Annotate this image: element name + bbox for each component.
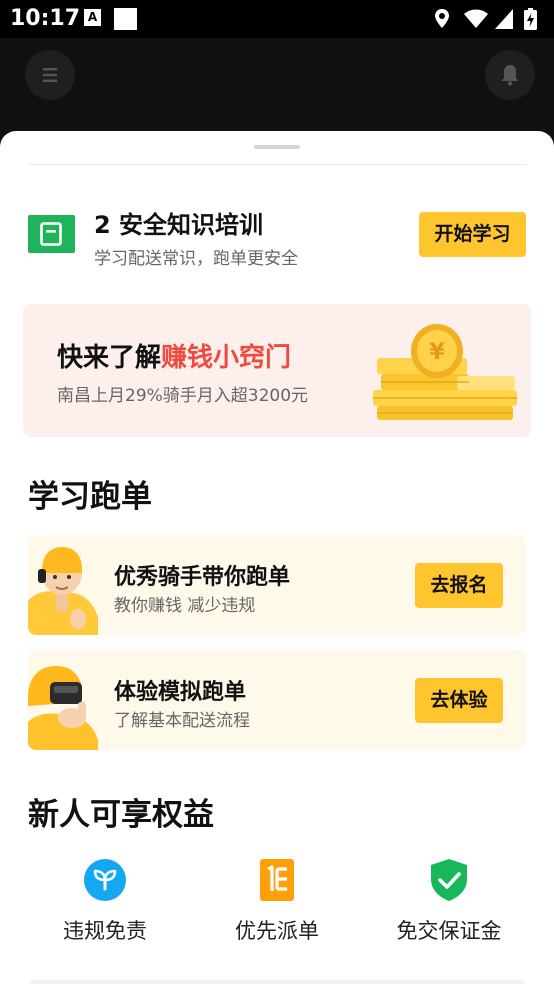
status-bar: 10:17 A bbox=[0, 0, 554, 38]
banner-title-prefix: 快来了解 bbox=[57, 343, 162, 373]
try-simulation-button[interactable]: 去体验 bbox=[415, 678, 503, 723]
learn-section-title: 学习跑单 bbox=[28, 479, 152, 515]
notification-button[interactable] bbox=[485, 50, 535, 100]
banner-title: 快来了解赚钱小窍门 bbox=[57, 337, 291, 374]
wifi-icon bbox=[464, 9, 488, 28]
rider-avatar bbox=[28, 547, 98, 635]
svg-text:¥: ¥ bbox=[429, 340, 445, 365]
shield-check-icon bbox=[431, 859, 467, 901]
sheet-drag-handle[interactable] bbox=[254, 145, 300, 149]
vr-helmet-avatar bbox=[28, 666, 98, 750]
sprout-icon bbox=[84, 859, 126, 901]
menu-button[interactable] bbox=[25, 50, 75, 100]
gold-coins-illustration: ¥ bbox=[373, 324, 517, 420]
start-learning-button[interactable]: 开始学习 bbox=[419, 212, 526, 257]
benefit-item-violation-exemption[interactable]: 违规免责 bbox=[20, 859, 190, 945]
bottom-sheet: 2 安全知识培训 学习配送常识，跑单更安全 开始学习 快来了解赚钱小窍门 南昌上… bbox=[0, 131, 554, 984]
battery-charging-icon bbox=[524, 8, 537, 30]
banner-subtitle: 南昌上月29%骑手月入超3200元 bbox=[57, 386, 309, 406]
learn-card-simulation[interactable]: 体验模拟跑单 了解基本配送流程 去体验 bbox=[28, 650, 526, 750]
card-subtitle: 教你赚钱 减少违规 bbox=[114, 596, 256, 616]
keyboard-badge-icon: A bbox=[84, 9, 101, 26]
next-section-edge bbox=[28, 980, 526, 984]
divider bbox=[28, 164, 526, 165]
priority-order-icon bbox=[260, 859, 294, 901]
location-icon bbox=[435, 9, 449, 28]
menu-icon bbox=[43, 68, 57, 82]
safety-training-row: 2 安全知识培训 学习配送常识，跑单更安全 开始学习 bbox=[28, 201, 526, 271]
notification-placeholder-icon bbox=[114, 8, 137, 30]
card-title: 体验模拟跑单 bbox=[114, 680, 247, 705]
card-subtitle: 了解基本配送流程 bbox=[114, 711, 250, 731]
status-icons bbox=[434, 8, 544, 30]
benefit-item-no-deposit[interactable]: 免交保证金 bbox=[364, 859, 534, 945]
signal-icon bbox=[495, 9, 513, 29]
benefits-section-title: 新人可享权益 bbox=[28, 797, 214, 833]
benefit-label: 免交保证金 bbox=[396, 919, 502, 943]
card-title: 优秀骑手带你跑单 bbox=[114, 565, 291, 590]
benefit-label: 优先派单 bbox=[235, 919, 319, 943]
training-title: 2 安全知识培训 bbox=[94, 211, 264, 239]
status-time: 10:17 bbox=[10, 6, 81, 31]
learn-card-mentor[interactable]: 优秀骑手带你跑单 教你赚钱 减少违规 去报名 bbox=[28, 535, 526, 635]
sign-up-button[interactable]: 去报名 bbox=[415, 563, 503, 608]
benefit-item-priority-dispatch[interactable]: 优先派单 bbox=[192, 859, 362, 945]
earning-tips-banner[interactable]: 快来了解赚钱小窍门 南昌上月29%骑手月入超3200元 ¥ bbox=[23, 304, 531, 437]
book-icon bbox=[28, 215, 75, 253]
training-subtitle: 学习配送常识，跑单更安全 bbox=[94, 249, 298, 269]
bell-icon bbox=[501, 65, 519, 86]
benefit-label: 违规免责 bbox=[63, 919, 147, 943]
banner-title-highlight: 赚钱小窍门 bbox=[161, 343, 292, 373]
